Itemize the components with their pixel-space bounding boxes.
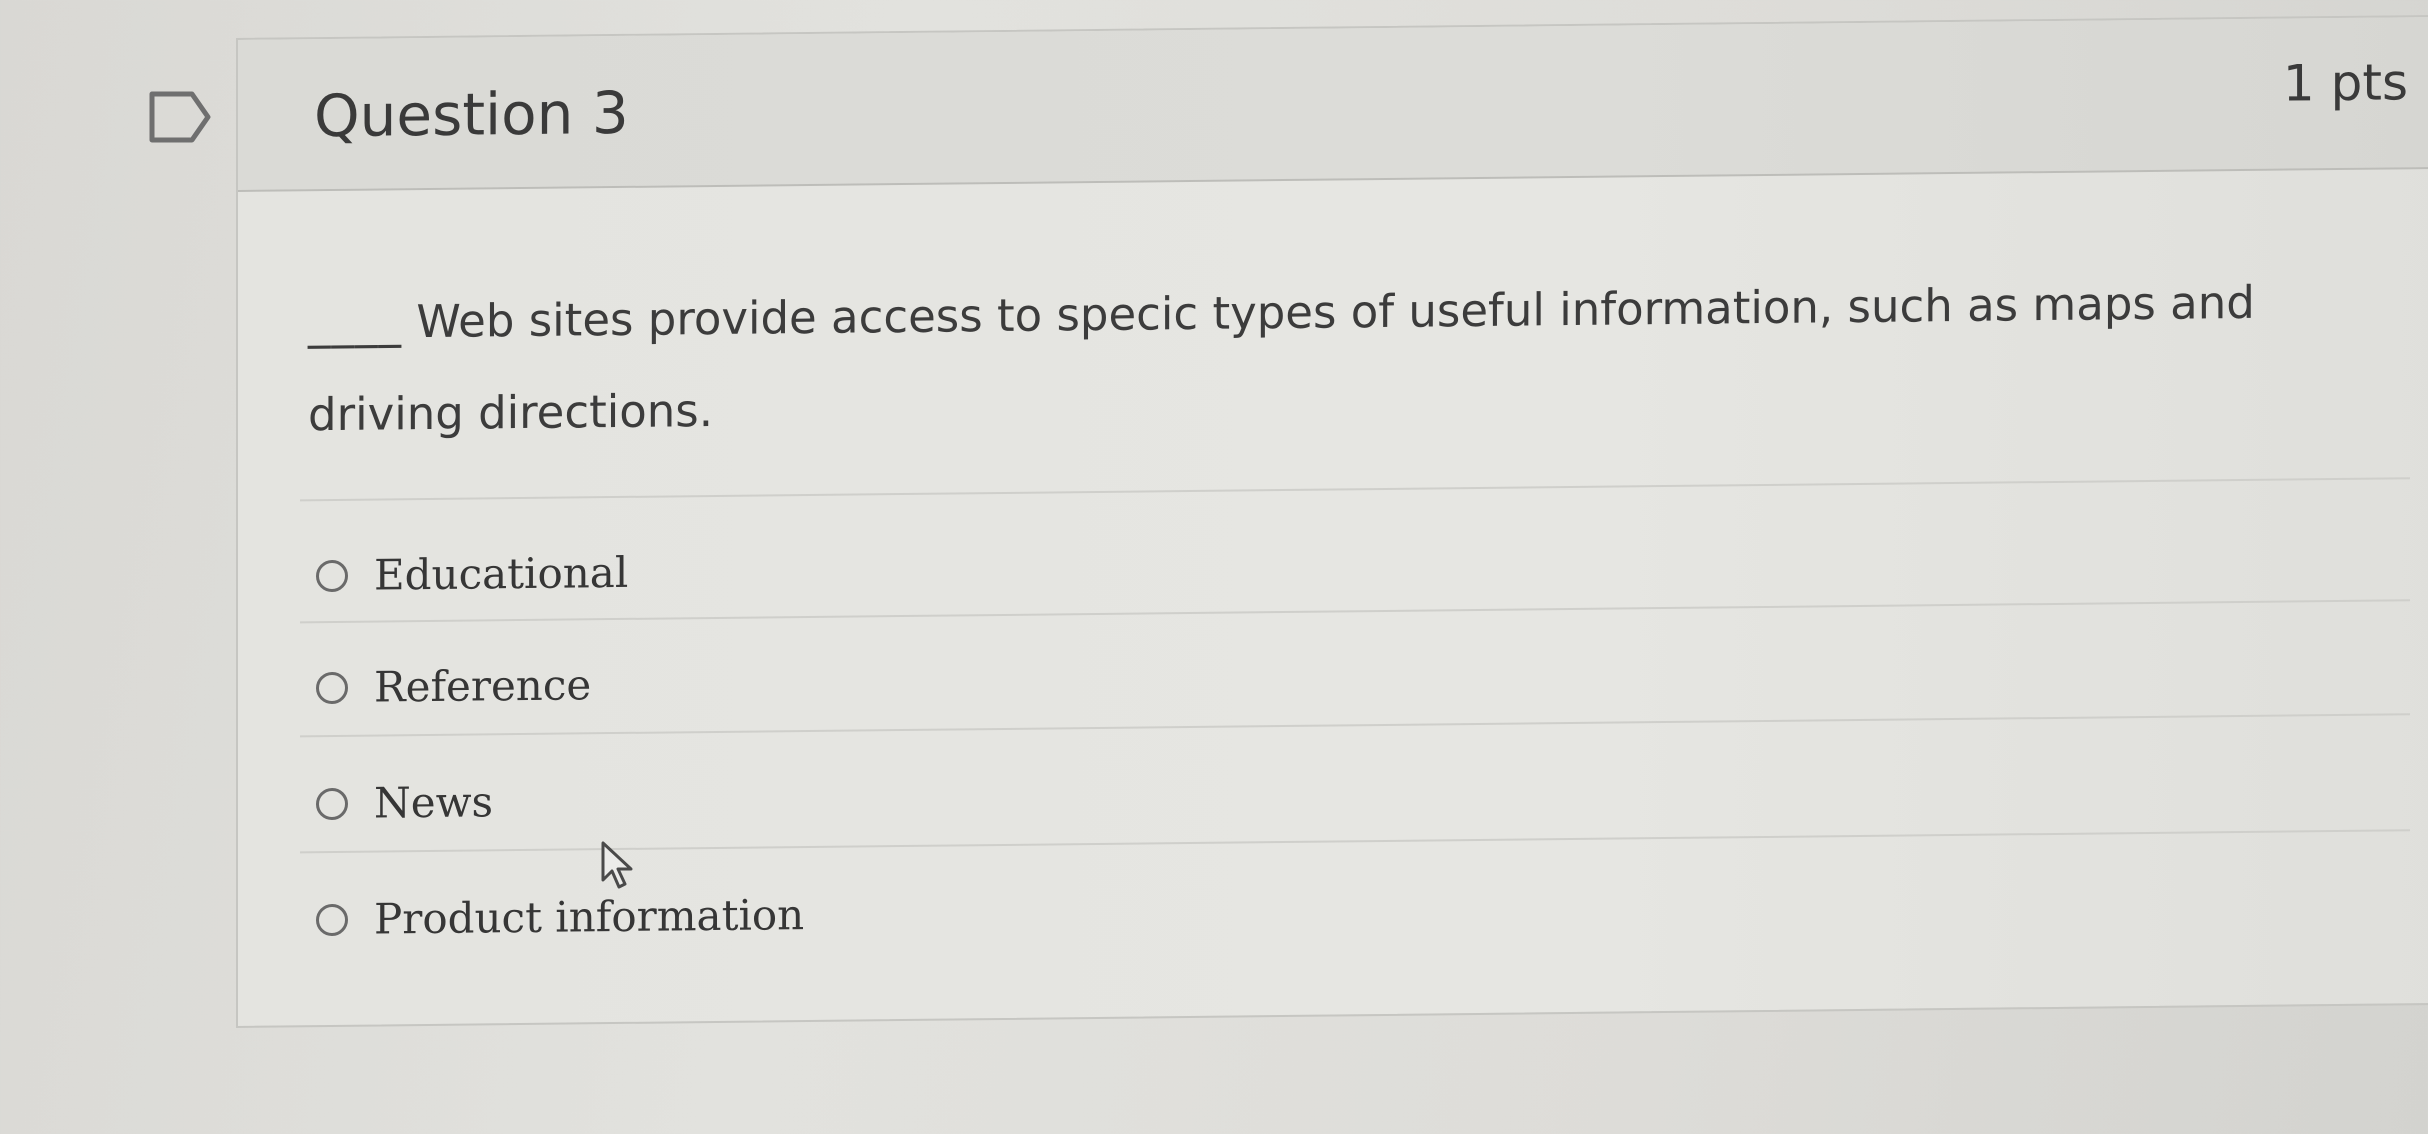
answer-label: Reference: [374, 660, 592, 712]
answer-label: News: [374, 777, 494, 828]
radio-button[interactable]: [316, 671, 348, 705]
question-points: 1 pts: [2282, 53, 2408, 113]
question-title: Question 3: [314, 78, 629, 151]
flag-question-icon[interactable]: [148, 90, 214, 144]
answer-option[interactable]: Educational: [316, 538, 628, 611]
mouse-pointer-icon: [601, 841, 633, 889]
question-header: Question 3 1 pts: [238, 16, 2428, 192]
question-blank: ____: [308, 295, 402, 350]
answer-divider: [300, 713, 2410, 738]
answer-option[interactable]: News: [316, 767, 493, 839]
answer-label: Product information: [374, 890, 805, 944]
radio-button[interactable]: [316, 787, 348, 821]
question-body: Web sites provide access to specic types…: [308, 275, 2255, 442]
answer-option[interactable]: Product information: [316, 880, 804, 955]
answer-option[interactable]: Reference: [316, 650, 591, 723]
answer-label: Educational: [374, 547, 629, 600]
question-card: Question 3 1 pts ____ Web sites provide …: [236, 14, 2428, 1028]
radio-button[interactable]: [316, 559, 348, 593]
question-text: ____ Web sites provide access to specic …: [308, 255, 2418, 461]
radio-button[interactable]: [316, 903, 348, 937]
answers-top-divider: [300, 477, 2410, 502]
